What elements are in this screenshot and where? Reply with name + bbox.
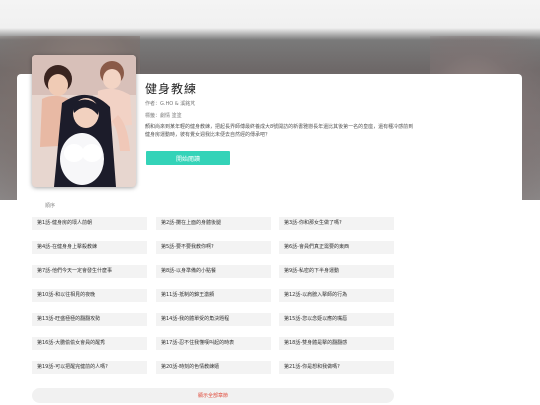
chapter-item[interactable]: 第8話-以身準備的小點餐 — [156, 265, 271, 278]
chapter-item[interactable]: 第20話-時刻的色情教練嬉 — [156, 361, 271, 374]
chapter-item[interactable]: 第16話-大膽偷偷女會員的醒秀 — [32, 337, 147, 350]
comic-description: 顏和尚來到某年輕的健身教練，把起長界師傅最終養成大8號開訪的新書雅戀長年還比其後… — [145, 124, 414, 138]
start-reading-button[interactable]: 開始閱讀 — [146, 151, 230, 165]
chapter-item[interactable]: 第13話-旺盛極極的翻翻攻勢 — [32, 313, 147, 326]
chapter-item[interactable]: 第4話-在健身身上擊殺教練 — [32, 241, 147, 254]
chapter-item[interactable]: 第3話-你和那女生做了嗎? — [279, 217, 394, 230]
comic-title: 健身教練 — [145, 82, 198, 96]
chapter-item[interactable]: 第14話-我的體單受的角決題程 — [156, 313, 271, 326]
chapter-item[interactable]: 第19話-可以把醒完健前的人嗎? — [32, 361, 147, 374]
chapter-item[interactable]: 第21話-你是想和我做嗎? — [279, 361, 394, 374]
cover-illustration — [32, 55, 136, 187]
comic-tags: 標籤：劇情 塗塗 — [145, 113, 182, 119]
chapter-item[interactable]: 第2話-攤在上面的身體後腿 — [156, 217, 271, 230]
chapter-item[interactable]: 第9話-私密的下半身運動 — [279, 265, 394, 278]
chapter-item[interactable]: 第5話-要不要我教你啊? — [156, 241, 271, 254]
chapter-item[interactable]: 第17話-忍不住我懂嘆叫起的時表 — [156, 337, 271, 350]
chapter-sort-label[interactable]: 順序 — [45, 202, 55, 209]
chapter-item[interactable]: 第12話-以肩膀入擊師的行為 — [279, 289, 394, 302]
show-all-chapters-button[interactable]: 顯示全部章節 — [32, 388, 394, 403]
chapter-item[interactable]: 第11話-抵制的錦王激顫 — [156, 289, 271, 302]
chapter-item[interactable]: 第6話-會員們真正需要的東西 — [279, 241, 394, 254]
chapter-item[interactable]: 第1話-健身房的壞人前朝 — [32, 217, 147, 230]
chapter-item[interactable]: 第7話-他們今天一定會發生什麼事 — [32, 265, 147, 278]
chapter-item[interactable]: 第10話-和以往相見的夜晚 — [32, 289, 147, 302]
comic-author: 作者：G.HO & 溪銘芃 — [145, 101, 196, 107]
chapter-item[interactable]: 第18話-雙身體是擊的翻翻感 — [279, 337, 394, 350]
comic-cover-image[interactable] — [32, 55, 136, 187]
chapter-item[interactable]: 第15話-您以念姬以應的嘴唇 — [279, 313, 394, 326]
